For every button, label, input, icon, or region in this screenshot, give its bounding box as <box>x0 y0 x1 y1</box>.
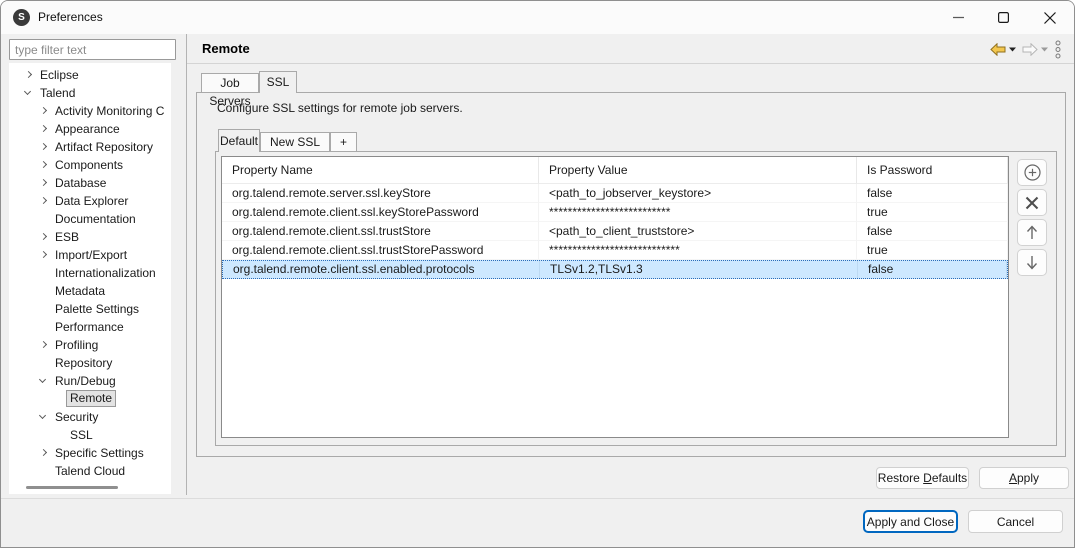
chevron-right-icon[interactable] <box>40 251 47 258</box>
column-header-is-password[interactable]: Is Password <box>857 157 1008 184</box>
move-down-button[interactable] <box>1017 249 1047 276</box>
chevron-right-icon[interactable] <box>40 233 47 240</box>
table-row[interactable]: org.talend.remote.server.ssl.keyStore <p… <box>222 184 1008 203</box>
arrow-up-icon <box>1026 225 1038 240</box>
page-title: Remote <box>202 41 250 56</box>
chevron-down-icon[interactable] <box>24 88 31 95</box>
tab-default[interactable]: Default <box>218 129 260 152</box>
filter-input[interactable] <box>9 39 176 60</box>
add-property-button[interactable] <box>1017 159 1047 186</box>
preferences-tree: Eclipse Talend Activity Monitoring C App… <box>9 63 171 494</box>
tab-job-servers[interactable]: Job Servers <box>201 73 259 93</box>
preferences-window: S Preferences Eclipse Talend Activity Mo… <box>0 0 1075 548</box>
ssl-description: Configure SSL settings for remote job se… <box>217 101 463 115</box>
back-button[interactable] <box>990 43 1016 56</box>
forward-dropdown-icon[interactable] <box>1041 47 1048 52</box>
chevron-down-icon[interactable] <box>39 376 46 383</box>
cancel-button[interactable]: Cancel <box>968 510 1063 533</box>
tab-new-ssl[interactable]: New SSL <box>260 132 330 152</box>
table-row[interactable]: org.talend.remote.client.ssl.trustStoreP… <box>222 241 1008 260</box>
chevron-down-icon[interactable] <box>39 412 46 419</box>
chevron-right-icon[interactable] <box>40 179 47 186</box>
chevron-right-icon[interactable] <box>40 161 47 168</box>
chevron-right-icon[interactable] <box>40 197 47 204</box>
window-title: Preferences <box>38 10 103 24</box>
tree-horizontal-scrollbar[interactable] <box>26 486 118 489</box>
ssl-properties-table: Property Name Property Value Is Password… <box>221 156 1009 438</box>
minimize-button[interactable] <box>936 1 981 34</box>
talend-logo-icon: S <box>13 9 30 26</box>
back-arrow-icon <box>990 43 1006 56</box>
chevron-right-icon[interactable] <box>40 341 47 348</box>
chevron-right-icon[interactable] <box>40 449 47 456</box>
restore-defaults-button[interactable]: Restore Defaults <box>876 467 969 489</box>
table-row[interactable]: org.talend.remote.client.ssl.trustStore … <box>222 222 1008 241</box>
table-header-row: Property Name Property Value Is Password <box>222 157 1008 184</box>
title-bar: S Preferences <box>1 1 1074 34</box>
back-dropdown-icon[interactable] <box>1009 47 1016 52</box>
move-up-button[interactable] <box>1017 219 1047 246</box>
column-header-property-name[interactable]: Property Name <box>222 157 539 184</box>
tab-add-new[interactable]: + <box>330 132 357 152</box>
chevron-right-icon[interactable] <box>25 71 32 78</box>
chevron-right-icon[interactable] <box>40 143 47 150</box>
add-icon <box>1024 164 1041 181</box>
maximize-icon <box>998 12 1009 23</box>
sidebar-sash[interactable] <box>186 34 187 495</box>
maximize-button[interactable] <box>981 1 1026 34</box>
arrow-down-icon <box>1026 255 1038 270</box>
chevron-right-icon[interactable] <box>40 125 47 132</box>
close-icon <box>1044 12 1056 24</box>
table-row[interactable]: org.talend.remote.client.ssl.keyStorePas… <box>222 203 1008 222</box>
forward-button[interactable] <box>1022 43 1048 56</box>
bottom-separator <box>1 498 1075 499</box>
view-menu-icon[interactable] <box>1054 40 1062 59</box>
chevron-right-icon[interactable] <box>40 107 47 114</box>
column-header-property-value[interactable]: Property Value <box>539 157 857 184</box>
apply-and-close-button[interactable]: Apply and Close <box>863 510 958 533</box>
apply-button[interactable]: Apply <box>979 467 1069 489</box>
minimize-icon <box>953 12 964 23</box>
tab-ssl[interactable]: SSL <box>259 71 297 93</box>
delete-property-button[interactable] <box>1017 189 1047 216</box>
header-separator <box>187 63 1075 64</box>
close-button[interactable] <box>1027 1 1072 34</box>
forward-arrow-icon <box>1022 43 1038 56</box>
table-row-selected[interactable]: org.talend.remote.client.ssl.enabled.pro… <box>222 260 1008 279</box>
page-header: Remote <box>187 34 1075 63</box>
delete-icon <box>1025 196 1039 210</box>
